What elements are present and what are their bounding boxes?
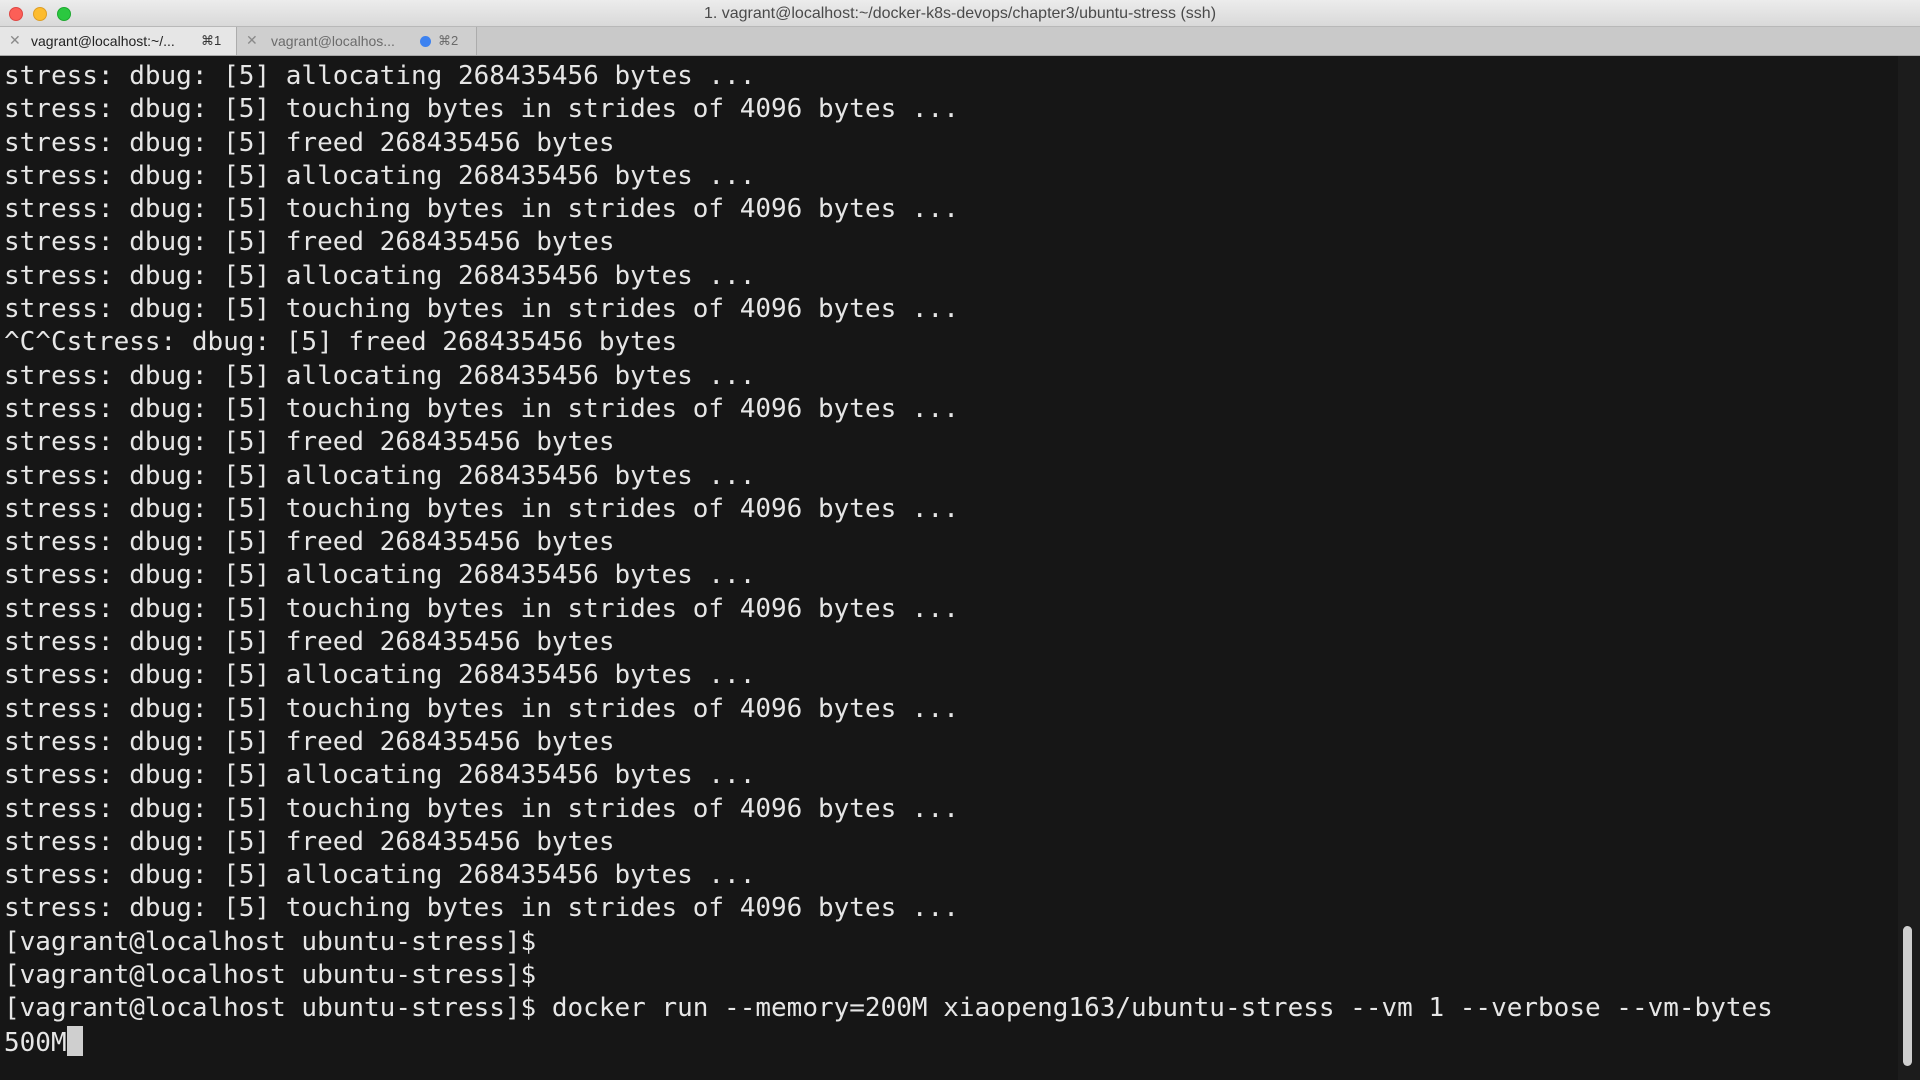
- terminal-line: ^C^Cstress: dbug: [5] freed 268435456 by…: [4, 327, 678, 358]
- terminal-line: stress: dbug: [5] allocating 268435456 b…: [4, 460, 756, 491]
- maximize-window-button[interactable]: [57, 7, 71, 21]
- tab-shortcut: ⌘1: [201, 33, 222, 48]
- terminal-line: stress: dbug: [5] touching bytes in stri…: [4, 194, 959, 225]
- terminal-line: stress: dbug: [5] allocating 268435456 b…: [4, 860, 756, 891]
- terminal-line: stress: dbug: [5] allocating 268435456 b…: [4, 360, 756, 391]
- terminal-line: stress: dbug: [5] freed 268435456 bytes: [4, 127, 615, 158]
- text-cursor: [66, 1025, 83, 1056]
- tab-title: vagrant@localhos...: [271, 33, 395, 49]
- terminal-line: stress: dbug: [5] freed 268435456 bytes: [4, 826, 615, 857]
- tab-title: vagrant@localhost:~/...: [31, 33, 175, 49]
- terminal-output[interactable]: stress: dbug: [5] allocating 268435456 b…: [0, 56, 1898, 1080]
- terminal-line: stress: dbug: [5] touching bytes in stri…: [4, 393, 959, 424]
- terminal-line: stress: dbug: [5] touching bytes in stri…: [4, 693, 959, 724]
- title-bar: 1. vagrant@localhost:~/docker-k8s-devops…: [0, 0, 1920, 27]
- tab-1[interactable]: ✕ vagrant@localhost:~/... ⌘1: [0, 27, 237, 55]
- terminal-line: stress: dbug: [5] touching bytes in stri…: [4, 94, 959, 125]
- terminal-line: stress: dbug: [5] freed 268435456 bytes: [4, 726, 615, 757]
- terminal-line: stress: dbug: [5] touching bytes in stri…: [4, 294, 959, 325]
- terminal-line: [vagrant@localhost ubuntu-stress]$ docke…: [4, 993, 1773, 1024]
- terminal-line: stress: dbug: [5] touching bytes in stri…: [4, 793, 959, 824]
- tab-bar: ✕ vagrant@localhost:~/... ⌘1 ✕ vagrant@l…: [0, 27, 1920, 56]
- terminal-line: stress: dbug: [5] touching bytes in stri…: [4, 493, 959, 524]
- terminal-text: stress: dbug: [5] allocating 268435456 b…: [4, 60, 1773, 1059]
- activity-dot-icon: [420, 36, 431, 47]
- tab-2[interactable]: ✕ vagrant@localhos... ⌘2: [237, 27, 477, 55]
- terminal-line: stress: dbug: [5] freed 268435456 bytes: [4, 527, 615, 558]
- close-window-button[interactable]: [9, 7, 23, 21]
- terminal-line: stress: dbug: [5] touching bytes in stri…: [4, 593, 959, 624]
- terminal-line: stress: dbug: [5] allocating 268435456 b…: [4, 660, 756, 691]
- terminal-line: stress: dbug: [5] allocating 268435456 b…: [4, 61, 756, 91]
- command-input-text[interactable]: 500M: [4, 1028, 67, 1058]
- scrollbar[interactable]: [1898, 56, 1920, 1080]
- terminal-line: stress: dbug: [5] allocating 268435456 b…: [4, 260, 756, 291]
- terminal-line: stress: dbug: [5] freed 268435456 bytes: [4, 227, 615, 258]
- terminal-line: [vagrant@localhost ubuntu-stress]$: [4, 926, 537, 957]
- terminal-line: [vagrant@localhost ubuntu-stress]$: [4, 960, 537, 991]
- terminal-line: stress: dbug: [5] freed 268435456 bytes: [4, 627, 615, 658]
- tab-shortcut: ⌘2: [438, 33, 459, 48]
- terminal-line: stress: dbug: [5] freed 268435456 bytes: [4, 427, 615, 458]
- terminal-line: stress: dbug: [5] allocating 268435456 b…: [4, 560, 756, 591]
- close-icon[interactable]: ✕: [246, 32, 258, 49]
- minimize-window-button[interactable]: [33, 7, 47, 21]
- terminal-line: stress: dbug: [5] touching bytes in stri…: [4, 893, 959, 924]
- close-icon[interactable]: ✕: [9, 32, 21, 49]
- terminal-input-line[interactable]: 500M: [4, 1025, 1773, 1059]
- terminal-line: stress: dbug: [5] allocating 268435456 b…: [4, 760, 756, 791]
- window-title: 1. vagrant@localhost:~/docker-k8s-devops…: [703, 5, 1217, 22]
- scrollbar-thumb[interactable]: [1903, 926, 1912, 1066]
- terminal-line: stress: dbug: [5] allocating 268435456 b…: [4, 160, 756, 191]
